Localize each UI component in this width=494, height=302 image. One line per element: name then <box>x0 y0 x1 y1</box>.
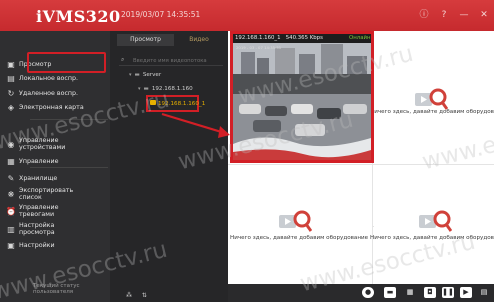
chevron-down-icon[interactable]: ▾ <box>138 86 141 92</box>
nav-item-device-management[interactable]: ◉ Управление устройствами <box>0 134 110 154</box>
search-box: ⌕ <box>119 55 223 66</box>
nav-item-management[interactable]: ▦ Управление <box>0 154 110 168</box>
video-cell-2[interactable]: Ничего здесь, давайте добавим оборудован… <box>370 31 494 163</box>
nav-label: Настройки <box>19 241 55 249</box>
nav-item-settings[interactable]: ▣ Настройки <box>0 238 110 252</box>
title-bar: iVMS320 2019/03/07 14:35:51 ⓘ ? — ✕ <box>0 0 494 31</box>
video-cell-3[interactable]: Ничего здесь, давайте добавим оборудован… <box>228 165 372 284</box>
divider <box>30 119 108 120</box>
search-icon: ⌕ <box>121 56 125 63</box>
sync-icon[interactable]: ⇅ <box>142 292 147 299</box>
empty-cell-text: Ничего здесь, давайте добавим оборудован… <box>370 235 494 241</box>
nav-highlight-box <box>27 52 106 73</box>
annotation-arrow <box>161 112 230 138</box>
video-cell-4[interactable]: Ничего здесь, давайте добавим оборудован… <box>370 165 494 284</box>
nav-label: Экспортировать список <box>19 187 74 201</box>
nav-item-storage[interactable]: ✎ Хранилище <box>0 171 110 185</box>
tree-node-server[interactable]: ▾ ▬ Server <box>129 72 161 78</box>
layout-icon[interactable]: ▬ <box>384 287 396 298</box>
export-icon: ❋ <box>7 189 15 199</box>
bottom-toolbar: ● ▬ ▦ ◘ ❚❚ ▶ ▤ <box>228 284 494 302</box>
camera-feed-image <box>233 34 371 160</box>
monitor-icon: ▣ <box>7 59 15 69</box>
stream-bitrate: 540.365 Kbps <box>285 35 323 41</box>
stream-info: 192.168.1.160_1 540.365 Kbps <box>235 35 323 41</box>
settings-icon: ▣ <box>7 240 15 250</box>
nav-label: Локальное воспр. <box>19 74 78 82</box>
close-icon[interactable]: ✕ <box>477 8 491 22</box>
nav-item-remote-playback[interactable]: ↻ Удаленное воспр. <box>0 86 110 100</box>
tree-node-device[interactable]: ▾ ▬ 192.168.1.160 <box>138 86 193 92</box>
snapshot-icon[interactable]: ◘ <box>424 287 436 298</box>
empty-cell-text: Ничего здесь, давайте добавим оборудован… <box>370 109 494 115</box>
map-icon: ◈ <box>7 102 15 112</box>
clock: 2019/03/07 14:35:51 <box>121 10 201 19</box>
tab-video[interactable]: Видео <box>174 34 224 46</box>
device-manager-icon: ◉ <box>7 139 15 149</box>
view-settings-icon: ▥ <box>7 224 15 234</box>
minimize-icon[interactable]: — <box>457 8 471 22</box>
playback-icon: ▤ <box>7 73 15 83</box>
video-cell-live[interactable]: 192.168.1.160_1 540.365 Kbps Онлайн 2019… <box>230 31 374 163</box>
osd-timestamp: 2019 - 03 - 07 14:35:51 <box>236 45 282 50</box>
nav-label: Управление <box>19 157 59 165</box>
info-icon[interactable]: ⓘ <box>417 8 431 22</box>
tree-label: 192.168.1.160 <box>151 86 193 92</box>
fullscreen-icon[interactable]: ● <box>362 287 374 298</box>
nav-label: Электронная карта <box>19 103 84 111</box>
nav-label: Управление тревогами <box>19 204 59 218</box>
alarm-icon: ⏰ <box>6 206 16 216</box>
nav-label: Хранилище <box>19 174 58 182</box>
nav-item-emap[interactable]: ◈ Электронная карта <box>0 100 110 114</box>
panel-tools: ⁂ ⇅ <box>126 292 147 299</box>
divider <box>30 167 108 168</box>
help-icon[interactable]: ? <box>437 8 451 22</box>
pause-icon[interactable]: ❚❚ <box>442 287 454 298</box>
search-input[interactable] <box>133 56 221 65</box>
app-window: iVMS320 2019/03/07 14:35:51 ⓘ ? — ✕ ▣ Пр… <box>0 0 494 302</box>
server-icon: ▬ <box>134 72 140 78</box>
chevron-down-icon[interactable]: ▾ <box>129 72 132 78</box>
add-device-icon <box>419 210 452 232</box>
online-status: Онлайн <box>349 35 371 41</box>
record-icon[interactable]: ▶ <box>460 287 472 298</box>
nav-item-view-settings[interactable]: ▥ Настройка просмотра <box>0 219 110 239</box>
nav-label: Удаленное воспр. <box>19 89 79 97</box>
tree-node-camera[interactable]: 192.168.1.160_1 <box>158 101 205 107</box>
dvr-icon: ▬ <box>143 86 149 92</box>
empty-cell-text: Ничего здесь, давайте добавим оборудован… <box>230 235 369 241</box>
user-status-label: Текущий статус пользователя <box>33 283 80 295</box>
nav-item-local-playback[interactable]: ▤ Локальное воспр. <box>0 71 110 85</box>
nav-label: Настройка просмотра <box>19 222 55 236</box>
grid-icon[interactable]: ⁂ <box>126 292 132 299</box>
grid-layout-icon[interactable]: ▦ <box>404 287 416 298</box>
add-device-icon <box>279 210 312 232</box>
app-logo: iVMS320 <box>36 7 121 26</box>
management-icon: ▦ <box>7 156 15 166</box>
more-icon[interactable]: ▤ <box>478 287 490 298</box>
tree-label: Server <box>142 72 162 78</box>
tab-preview[interactable]: Просмотр <box>117 34 174 46</box>
camera-icon <box>150 100 156 105</box>
nav-label: Управление устройствами <box>19 137 66 151</box>
nav-item-alarms[interactable]: ⏰ Управление тревогами <box>0 201 110 221</box>
stream-name: 192.168.1.160_1 <box>235 35 281 41</box>
remote-playback-icon: ↻ <box>7 88 15 98</box>
storage-icon: ✎ <box>7 173 15 183</box>
live-header: 192.168.1.160_1 540.365 Kbps Онлайн <box>233 34 371 43</box>
add-device-icon <box>415 88 448 110</box>
resource-panel: Просмотр Видео ⌕ ▾ ▬ Server ▾ ▬ 192.168.… <box>110 31 228 302</box>
